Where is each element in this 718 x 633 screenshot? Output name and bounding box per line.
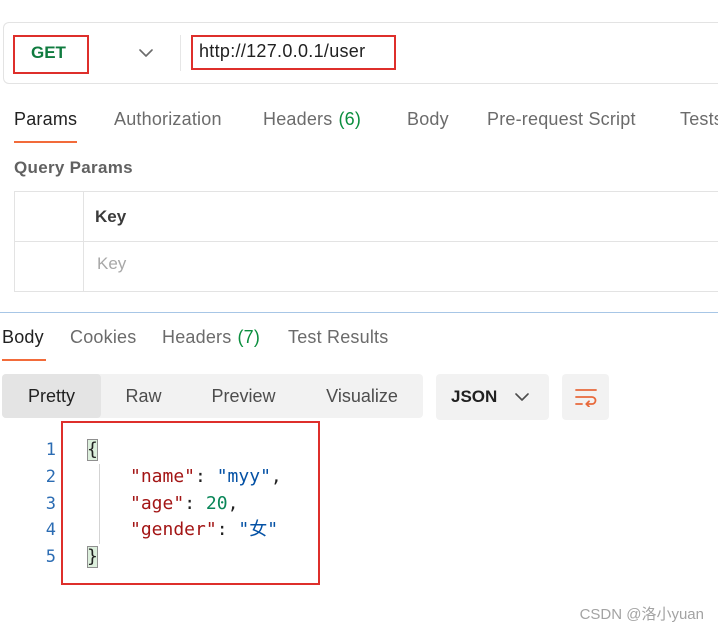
response-body-editor[interactable]: 1 { 2 "name": "myy", 3 "age": 20, 4 "gen… <box>0 437 718 577</box>
json-string: "myy" <box>216 465 271 487</box>
tab-label: Body <box>407 109 449 129</box>
json-brace: { <box>87 439 98 461</box>
tab-label: Tests <box>680 109 718 129</box>
param-key-input[interactable] <box>97 253 397 275</box>
json-key: "gender" <box>130 519 217 541</box>
json-punctuation: , <box>227 492 239 514</box>
headers-count-badge: (6) <box>338 109 362 129</box>
query-params-table: Key <box>14 191 718 292</box>
json-punctuation: : <box>195 465 217 487</box>
tab-label: Authorization <box>114 109 222 129</box>
code-text: } <box>87 544 98 571</box>
row-checkbox-cell <box>15 242 83 291</box>
column-header-key: Key <box>95 207 127 226</box>
line-number: 3 <box>45 493 56 514</box>
active-tab-indicator <box>2 359 46 361</box>
query-params-title: Query Params <box>14 158 133 177</box>
wrap-lines-icon <box>575 389 597 407</box>
tab-response-headers[interactable]: Headers (7) <box>162 325 260 349</box>
tab-tests[interactable]: Tests <box>680 107 718 131</box>
wrap-lines-button[interactable] <box>562 374 609 420</box>
request-bar: GET <box>3 22 718 84</box>
view-mode-raw[interactable]: Raw <box>101 374 186 418</box>
code-line: 5 } <box>0 544 718 571</box>
line-number: 2 <box>45 466 56 487</box>
json-punctuation: : <box>184 492 206 514</box>
divider <box>180 35 181 71</box>
column-divider <box>83 192 84 291</box>
tab-headers[interactable]: Headers (6) <box>263 107 361 131</box>
format-label: JSON <box>451 387 498 406</box>
view-mode-pretty[interactable]: Pretty <box>2 374 101 418</box>
code-line: 2 "name": "myy", <box>0 464 718 491</box>
tab-test-results[interactable]: Test Results <box>288 325 388 349</box>
tab-cookies[interactable]: Cookies <box>70 325 136 349</box>
method-select[interactable]: GET <box>14 36 170 71</box>
code-text: "gender": "女" <box>130 517 278 544</box>
line-number: 5 <box>45 547 56 567</box>
json-number: 20 <box>205 492 228 514</box>
tab-label: Headers <box>263 109 333 129</box>
code-text: "name": "myy", <box>130 464 282 491</box>
json-brace: } <box>87 546 98 568</box>
method-label: GET <box>31 43 66 62</box>
code-text: { <box>87 437 98 464</box>
code-text: "age": 20, <box>130 491 238 518</box>
tab-body[interactable]: Body <box>407 107 449 131</box>
headers-count-badge: (7) <box>237 327 261 347</box>
url-input[interactable] <box>199 39 679 63</box>
json-key: "age" <box>130 492 185 514</box>
response-tabs: Body Cookies Headers (7) Test Results <box>0 322 718 368</box>
pane-separator[interactable] <box>0 312 718 313</box>
json-string: "女" <box>238 519 279 541</box>
tab-response-body[interactable]: Body <box>2 325 44 349</box>
tab-label: Cookies <box>70 327 137 347</box>
json-punctuation: , <box>270 465 282 487</box>
tab-params[interactable]: Params <box>14 107 77 131</box>
tab-label: Pre-request Script <box>487 109 636 129</box>
line-number: 1 <box>45 440 56 460</box>
view-mode-preview[interactable]: Preview <box>186 374 301 418</box>
tab-pre-request-script[interactable]: Pre-request Script <box>487 107 636 131</box>
header-checkbox-cell <box>15 192 83 241</box>
tab-authorization[interactable]: Authorization <box>114 107 222 131</box>
chevron-down-icon <box>515 393 529 401</box>
row-divider <box>15 241 718 242</box>
tab-label: Headers <box>162 327 232 347</box>
format-select[interactable]: JSON <box>436 374 549 420</box>
view-mode-visualize[interactable]: Visualize <box>301 374 423 418</box>
request-tabs: Params Authorization Headers (6) Body Pre… <box>0 100 718 146</box>
watermark: CSDN @洛小yuan <box>579 606 704 623</box>
view-mode-toggle: Pretty Raw Preview Visualize <box>2 374 423 418</box>
active-tab-indicator <box>14 141 77 143</box>
json-punctuation: : <box>216 519 239 541</box>
json-key: "name" <box>130 465 196 487</box>
tab-label: Body <box>2 327 44 347</box>
postman-window: GET Params Authorization Headers(6) Body… <box>0 0 718 633</box>
code-line: 4 "gender": "女" <box>0 517 718 544</box>
code-line: 3 "age": 20, <box>0 491 718 518</box>
tab-label: Params <box>14 109 78 129</box>
chevron-down-icon <box>139 49 153 57</box>
code-line: 1 { <box>0 437 718 464</box>
tab-label: Test Results <box>288 327 389 347</box>
line-number: 4 <box>45 520 56 541</box>
